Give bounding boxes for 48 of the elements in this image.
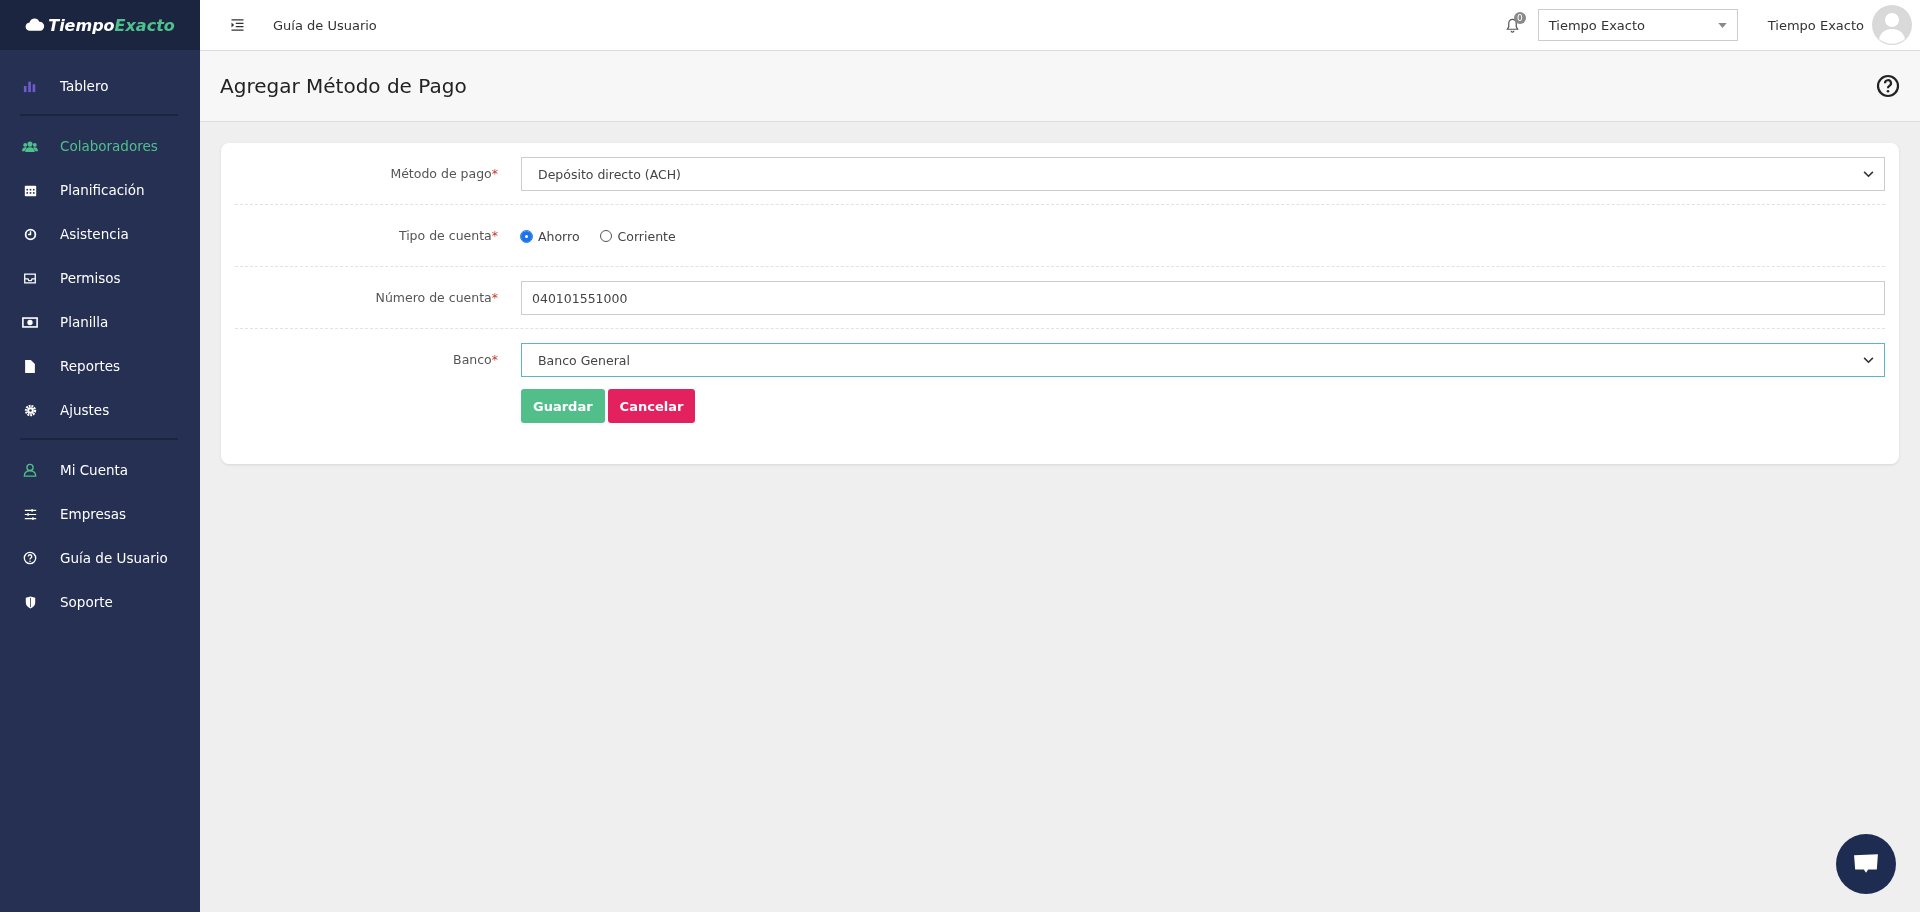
field-label: Número de cuenta* bbox=[374, 289, 498, 307]
field-label: Banco* bbox=[452, 351, 498, 369]
chevron-down-icon bbox=[1863, 170, 1874, 178]
radio-option[interactable]: Corriente bbox=[599, 228, 676, 244]
user-guide-link[interactable]: Guía de Usuario bbox=[273, 17, 377, 33]
inbox-icon bbox=[22, 271, 38, 285]
clock-icon bbox=[22, 227, 38, 241]
user-name[interactable]: Tiempo Exacto bbox=[1767, 17, 1864, 33]
radio-button[interactable] bbox=[521, 230, 532, 242]
account-number-field[interactable]: 040101551000 bbox=[521, 281, 1885, 315]
file-icon bbox=[22, 359, 38, 373]
sidebar-item[interactable]: Ajustes bbox=[0, 388, 200, 432]
sidebar-item[interactable]: Tablero bbox=[0, 64, 200, 108]
page-title: Agregar Método de Pago bbox=[220, 74, 467, 98]
sidebar-item[interactable]: Soporte bbox=[0, 580, 200, 624]
sliders-icon bbox=[22, 507, 38, 521]
sidebar-item[interactable]: Reportes bbox=[0, 344, 200, 388]
sidebar-item[interactable]: Empresas bbox=[0, 492, 200, 536]
notification-badge: 0 bbox=[1513, 11, 1526, 24]
user-icon bbox=[22, 463, 38, 477]
sidebar-item[interactable]: Planificación bbox=[0, 168, 200, 212]
chat-button[interactable] bbox=[1836, 834, 1896, 894]
calendar-icon bbox=[22, 183, 38, 197]
help-icon[interactable] bbox=[1876, 74, 1900, 98]
cancel-button[interactable]: Cancelar bbox=[607, 389, 696, 423]
radio-option[interactable]: Ahorro bbox=[521, 228, 580, 244]
sidebar-item[interactable]: Mi Cuenta bbox=[0, 448, 200, 492]
company-select[interactable]: Tiempo Exacto bbox=[1537, 9, 1738, 41]
help-icon bbox=[22, 551, 38, 565]
sidebar-item[interactable]: Planilla bbox=[0, 300, 200, 344]
sidebar-item[interactable]: Guía de Usuario bbox=[0, 536, 200, 580]
select-field[interactable]: Depósito directo (ACH) bbox=[521, 157, 1885, 191]
chat-icon bbox=[1853, 853, 1879, 875]
chevron-down-icon bbox=[1863, 356, 1874, 364]
field-label: Tipo de cuenta* bbox=[397, 227, 498, 245]
money-icon bbox=[22, 316, 38, 328]
select-field[interactable]: Banco General bbox=[521, 343, 1885, 377]
users-icon bbox=[22, 139, 38, 153]
caret-icon bbox=[1717, 22, 1727, 28]
field-label: Método de pago* bbox=[389, 165, 498, 183]
cloud-icon bbox=[25, 18, 46, 32]
sidebar-item[interactable]: Permisos bbox=[0, 256, 200, 300]
sidebar-item[interactable]: Colaboradores bbox=[0, 124, 200, 168]
brand-logo[interactable]: TiempoExacto bbox=[0, 0, 200, 50]
gear-icon bbox=[22, 403, 38, 417]
sidebar-item[interactable]: Asistencia bbox=[0, 212, 200, 256]
menu-icon[interactable] bbox=[230, 19, 245, 31]
bar-chart-icon bbox=[22, 79, 38, 93]
